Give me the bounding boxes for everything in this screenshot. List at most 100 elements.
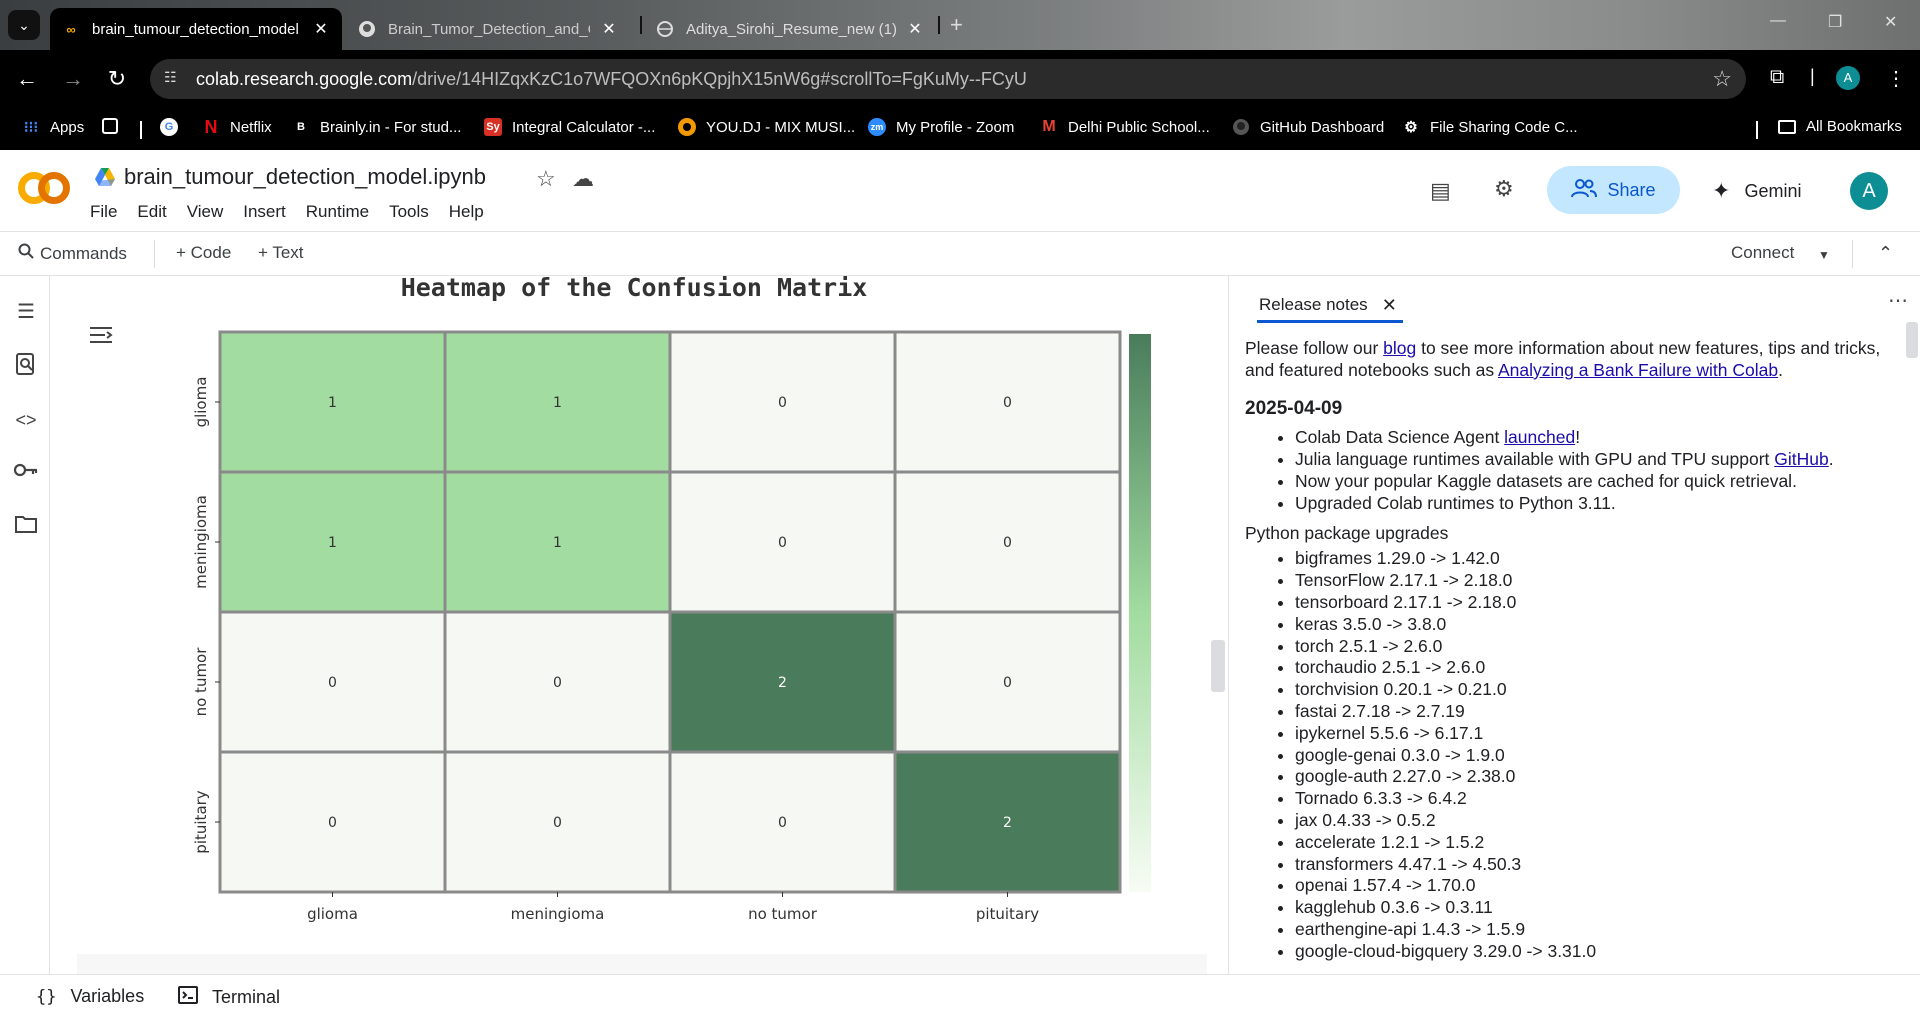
back-icon[interactable]: ← — [12, 64, 42, 94]
table-of-contents-icon[interactable]: ☰ — [12, 298, 40, 326]
close-icon[interactable]: ✕ — [906, 19, 924, 39]
site-info-icon[interactable]: ☷ — [164, 69, 186, 89]
maximize-icon[interactable]: ❐ — [1828, 12, 1842, 32]
featured-notebook-link[interactable]: Analyzing a Bank Failure with Colab — [1498, 360, 1778, 380]
commands-button[interactable]: Commands — [18, 243, 127, 264]
notebook-title[interactable]: brain_tumour_detection_model.ipynb — [94, 164, 486, 190]
release-notes-content: Please follow our blog to see more infor… — [1245, 338, 1885, 963]
window-close-icon[interactable]: ✕ — [1884, 12, 1897, 32]
command-divider — [1852, 240, 1853, 268]
find-replace-icon[interactable] — [12, 352, 40, 380]
add-code-button[interactable]: + Code — [176, 243, 231, 263]
terminal-icon — [178, 986, 198, 1009]
menu-file[interactable]: File — [90, 202, 117, 222]
collapse-header-icon[interactable]: ⌃ — [1878, 243, 1893, 264]
y-tick-label: meningioma — [192, 495, 210, 589]
more-options-icon[interactable]: ⋯ — [1888, 288, 1908, 313]
bookmark-star-icon[interactable]: ☆ — [1712, 66, 1732, 92]
bookmark-zoom[interactable]: zm My Profile - Zoom — [868, 118, 1014, 136]
tab-github[interactable]: Brain_Tumor_Detection_and_C ✕ — [346, 8, 630, 50]
menu-view[interactable]: View — [187, 202, 224, 222]
url-host: colab.research.google.com — [196, 69, 413, 89]
bookmark-tab-groups[interactable] — [102, 118, 128, 134]
address-bar[interactable]: ☷ colab.research.google.com/drive/14HIZq… — [150, 59, 1746, 99]
connect-button[interactable]: Connect — [1731, 243, 1794, 263]
menu-insert[interactable]: Insert — [243, 202, 286, 222]
menu-help[interactable]: Help — [449, 202, 484, 222]
globe-icon — [656, 20, 674, 38]
release-item: Upgraded Colab runtimes to Python 3.11. — [1295, 493, 1885, 515]
bookmark-dps[interactable]: M Delhi Public School... — [1040, 118, 1209, 136]
bookmark-integral-calculator[interactable]: Sy Integral Calculator -... — [484, 118, 655, 136]
files-folder-icon[interactable] — [12, 514, 40, 542]
minimize-icon[interactable]: — — [1770, 12, 1786, 30]
settings-gear-icon[interactable]: ⚙ — [1494, 176, 1514, 202]
zoom-icon: zm — [868, 118, 886, 136]
tab-resume[interactable]: Aditya_Sirohi_Resume_new (1). ✕ — [644, 8, 936, 50]
menu-runtime[interactable]: Runtime — [306, 202, 369, 222]
package-upgrade-item: bigframes 1.29.0 -> 1.42.0 — [1295, 548, 1885, 570]
menu-edit[interactable]: Edit — [137, 202, 166, 222]
notebook-scrollbar[interactable] — [1211, 640, 1225, 692]
terminal-button[interactable]: Terminal — [178, 986, 280, 1009]
browser-menu-icon[interactable]: ⋮ — [1886, 66, 1906, 91]
netflix-icon: N — [204, 116, 218, 137]
all-bookmarks-button[interactable]: All Bookmarks — [1778, 118, 1902, 135]
share-button[interactable]: Share — [1547, 166, 1680, 214]
tab-colab[interactable]: ∞ brain_tumour_detection_model ✕ — [50, 8, 342, 50]
release-notes-tab-label: Release notes — [1259, 295, 1368, 314]
bookmark-label: GitHub Dashboard — [1260, 118, 1385, 136]
launched-link[interactable]: launched — [1504, 427, 1575, 447]
package-upgrade-item: transformers 4.47.1 -> 4.50.3 — [1295, 854, 1885, 876]
folder-icon — [1778, 119, 1796, 134]
release-item: Now your popular Kaggle datasets are cac… — [1295, 471, 1885, 493]
bookmark-divider — [140, 121, 142, 139]
bookmark-label: File Sharing Code C... — [1430, 118, 1578, 136]
gemini-button[interactable]: ✦ Gemini — [1712, 178, 1801, 204]
bookmark-github[interactable]: GitHub Dashboard — [1232, 118, 1384, 136]
extensions-icon[interactable]: ⧉ — [1770, 66, 1784, 89]
blog-link[interactable]: blog — [1383, 338, 1416, 358]
connect-dropdown-icon[interactable]: ▼ — [1818, 248, 1830, 262]
add-text-button[interactable]: + Text — [258, 243, 304, 263]
apps-grid-icon: ⁝⁝⁝ — [23, 119, 39, 136]
colab-logo[interactable] — [18, 172, 70, 204]
heatmap-cells: 1 1 0 0 1 1 0 0 0 0 2 0 0 0 0 2 — [218, 330, 1122, 894]
code-snippets-icon[interactable]: <> — [12, 406, 40, 434]
variables-button[interactable]: {} Variables — [36, 986, 144, 1007]
profile-avatar[interactable]: A — [1836, 66, 1860, 90]
github-link[interactable]: GitHub — [1774, 449, 1828, 469]
tab-search-button[interactable]: ⌄ — [8, 10, 40, 40]
url-text: colab.research.google.com/drive/14HIZqxK… — [196, 69, 1027, 90]
close-icon[interactable]: ✕ — [1382, 295, 1397, 316]
comments-icon[interactable]: ▤ — [1430, 178, 1451, 204]
package-upgrade-item: earthengine-api 1.4.3 -> 1.5.9 — [1295, 919, 1885, 941]
bookmark-netflix[interactable]: N Netflix — [202, 116, 272, 137]
secrets-key-icon[interactable] — [12, 460, 40, 488]
menu-tools[interactable]: Tools — [389, 202, 429, 222]
command-divider — [154, 240, 155, 268]
cloud-saved-icon[interactable]: ☁ — [572, 166, 594, 192]
next-code-cell[interactable] — [77, 954, 1207, 974]
release-notes-tab[interactable]: Release notes ✕ — [1259, 288, 1397, 322]
x-tick-label: glioma — [307, 905, 358, 923]
reload-icon[interactable]: ↻ — [102, 64, 132, 94]
close-icon[interactable]: ✕ — [600, 19, 618, 39]
star-icon[interactable]: ☆ — [536, 166, 556, 192]
panel-scrollbar[interactable] — [1906, 322, 1918, 358]
bookmark-google[interactable]: G — [160, 118, 188, 136]
output-actions-icon[interactable] — [87, 322, 117, 352]
intro-text: . — [1778, 359, 1783, 380]
variables-label: Variables — [70, 986, 145, 1006]
close-icon[interactable]: ✕ — [312, 19, 330, 39]
bookmark-youdj[interactable]: YOU.DJ - MIX MUSI... — [678, 118, 855, 136]
y-tick-label: glioma — [192, 377, 210, 428]
bookmark-file-sharing[interactable]: ⚙ File Sharing Code C... — [1402, 118, 1578, 137]
forward-icon[interactable]: → — [58, 64, 88, 94]
new-tab-icon[interactable]: + — [950, 12, 963, 38]
github-icon — [1232, 118, 1250, 136]
tab-divider — [938, 16, 940, 34]
account-avatar[interactable]: A — [1850, 172, 1888, 210]
bookmark-brainly[interactable]: B Brainly.in - For stud... — [292, 118, 461, 136]
bookmark-apps[interactable]: ⁝⁝⁝ Apps — [22, 118, 84, 137]
